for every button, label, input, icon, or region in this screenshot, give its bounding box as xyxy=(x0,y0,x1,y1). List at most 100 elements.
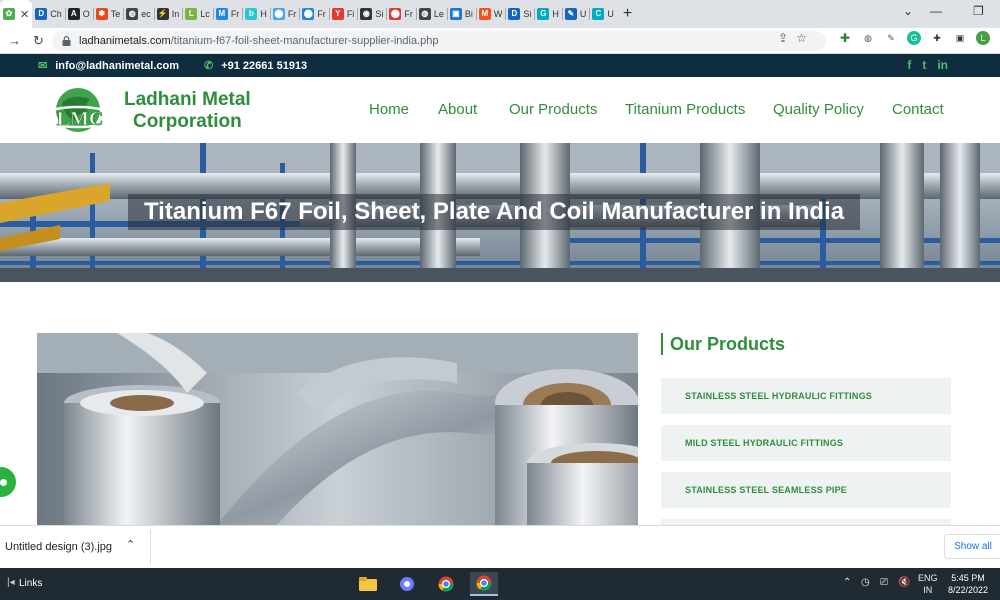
browser-tab[interactable]: ⬤ Fr xyxy=(269,0,300,28)
divider xyxy=(150,530,151,564)
browser-tab[interactable]: ◍ Le xyxy=(415,0,447,28)
facebook-icon[interactable]: f xyxy=(907,58,911,72)
app-icon[interactable] xyxy=(393,572,421,596)
browser-tab[interactable]: Y Fi xyxy=(328,0,358,28)
contact-bar: ✉ info@ladhanimetal.com ✆ +91 22661 5191… xyxy=(0,54,1000,77)
chrome-profile-icon[interactable] xyxy=(470,572,498,596)
tab-title: U xyxy=(579,9,587,19)
edit-icon[interactable]: ✎ xyxy=(884,31,898,45)
language-indicator[interactable]: ENG IN xyxy=(918,572,938,596)
puzzle-icon[interactable]: ✚ xyxy=(930,31,944,45)
chevron-left-icon[interactable]: |◂ xyxy=(7,577,15,588)
sidepanel-icon[interactable]: ▣ xyxy=(953,31,967,45)
nav-quality-policy[interactable]: Quality Policy xyxy=(773,101,864,118)
tab-search-icon[interactable]: ⌄ xyxy=(903,4,913,18)
nav-titanium-products[interactable]: Titanium Products xyxy=(625,101,745,118)
product-link[interactable]: STAINLESS STEEL HYDRAULIC FITTINGS xyxy=(661,378,951,414)
twitter-icon[interactable]: t xyxy=(922,58,926,72)
globe-icon[interactable]: ◍ xyxy=(861,31,875,45)
browser-tab[interactable]: bH xyxy=(242,0,270,28)
browser-tab[interactable]: MW xyxy=(475,0,506,28)
nav-contact[interactable]: Contact xyxy=(892,101,944,118)
tab-title: Fr xyxy=(230,9,240,19)
volume-muted-icon[interactable]: 🔇 xyxy=(898,577,910,588)
grammarly-icon[interactable]: G xyxy=(907,31,921,45)
network-icon[interactable]: ⎚ xyxy=(880,577,888,588)
phone-contact[interactable]: ✆ +91 22661 51913 xyxy=(204,59,308,73)
browser-tab[interactable]: ◉ Si xyxy=(357,0,386,28)
minimize-icon[interactable]: — xyxy=(930,4,942,18)
product-link[interactable]: MILD STEEL HYDRAULIC FITTINGS xyxy=(661,425,951,461)
tab-title: W xyxy=(493,9,503,19)
product-image xyxy=(37,333,638,525)
links-toolbar[interactable]: Links xyxy=(19,578,42,589)
chevron-up-icon[interactable]: ⌃ xyxy=(843,577,851,588)
phone-text: +91 22661 51913 xyxy=(221,59,308,72)
envelope-icon: ✉ xyxy=(38,60,48,72)
close-tab-icon[interactable]: ✕ xyxy=(20,8,29,21)
file-explorer-icon[interactable] xyxy=(354,572,382,596)
browser-tab[interactable]: ⚡ In xyxy=(153,0,183,28)
download-filename[interactable]: Untitled design (3).jpg xyxy=(5,541,112,553)
browser-tab[interactable]: ⬤ Fr xyxy=(386,0,416,28)
browser-tab[interactable]: ⬤ Fr xyxy=(299,0,329,28)
tab-title: Bi xyxy=(464,9,473,19)
show-all-button[interactable]: Show all xyxy=(944,534,1000,559)
clock-date: 8/22/2022 xyxy=(947,585,989,595)
whatsapp-chat-icon[interactable] xyxy=(0,467,16,497)
browser-tab[interactable]: ✎ U xyxy=(561,0,590,28)
restore-icon[interactable]: ❐ xyxy=(973,4,984,18)
browser-tab[interactable]: GH xyxy=(534,0,562,28)
profile-avatar[interactable]: L xyxy=(976,31,990,45)
reload-icon[interactable]: ↻ xyxy=(33,33,44,49)
download-bar: Untitled design (3).jpg ⌃ Show all xyxy=(0,525,1000,568)
tab-favicon: ⬤ xyxy=(272,8,285,20)
url-path: /titanium-f67-foil-sheet-manufacturer-su… xyxy=(170,35,439,47)
tab-title: Fr xyxy=(404,9,413,19)
company-logo[interactable]: LMC xyxy=(40,83,124,137)
share-icon[interactable]: ⇪ xyxy=(778,31,788,45)
extension-plus-icon[interactable]: ✚ xyxy=(838,31,852,45)
tab-title: U xyxy=(607,9,614,19)
tab-favicon: Y xyxy=(331,8,344,20)
url-host: ladhanimetals.com xyxy=(79,35,171,47)
tab-active[interactable]: ✿ ✕ xyxy=(0,0,33,28)
browser-tab[interactable]: ◍ ec xyxy=(123,0,154,28)
browser-tab[interactable]: AO xyxy=(64,0,93,28)
tab-favicon: M xyxy=(215,8,228,20)
tab-favicon: b xyxy=(245,8,258,20)
nav-home[interactable]: Home xyxy=(369,101,409,118)
product-link[interactable]: STAINLESS STEEL SEAMLESS PIPE xyxy=(661,472,951,508)
clock-app-icon[interactable]: ◷ xyxy=(861,577,870,588)
email-contact[interactable]: ✉ info@ladhanimetal.com xyxy=(38,59,179,73)
browser-tab[interactable]: M Fr xyxy=(212,0,243,28)
browser-tab[interactable]: D Si xyxy=(505,0,534,28)
browser-tab[interactable]: ✽ Te xyxy=(92,0,124,28)
tab-favicon: ⬤ xyxy=(302,8,315,20)
browser-tab[interactable]: CU xyxy=(589,0,617,28)
lock-icon xyxy=(62,36,71,46)
browser-tab[interactable]: L Lc xyxy=(182,0,213,28)
system-clock[interactable]: 5:45 PM 8/22/2022 xyxy=(946,572,990,596)
tab-favicon: ✽ xyxy=(95,8,108,20)
tab-title: Lc xyxy=(200,9,210,19)
back-icon[interactable]: → xyxy=(8,33,21,48)
browser-tab[interactable]: ▣ Bi xyxy=(446,0,476,28)
tab-favicon: ▣ xyxy=(449,8,462,20)
bookmark-star-icon[interactable]: ☆ xyxy=(796,31,807,45)
chevron-up-icon[interactable]: ⌃ xyxy=(126,538,135,551)
tab-favicon: ⬤ xyxy=(389,8,402,20)
tab-title: In xyxy=(171,9,180,19)
chrome-icon[interactable] xyxy=(432,572,460,596)
tab-favicon: G xyxy=(537,8,550,20)
tab-title: Fr xyxy=(287,9,297,19)
nav-about[interactable]: About xyxy=(438,101,477,118)
tab-favicon: C xyxy=(592,8,605,20)
tab-title: Si xyxy=(523,9,532,19)
nav-our-products[interactable]: Our Products xyxy=(509,101,597,118)
new-tab-button[interactable]: + xyxy=(623,5,632,23)
url-input[interactable]: ladhanimetals.com/titanium-f67-foil-shee… xyxy=(52,31,826,51)
linkedin-icon[interactable]: in xyxy=(937,58,948,72)
browser-tab[interactable]: D Ch xyxy=(32,0,65,28)
brand-name[interactable]: Ladhani Metal Corporation xyxy=(124,89,251,133)
